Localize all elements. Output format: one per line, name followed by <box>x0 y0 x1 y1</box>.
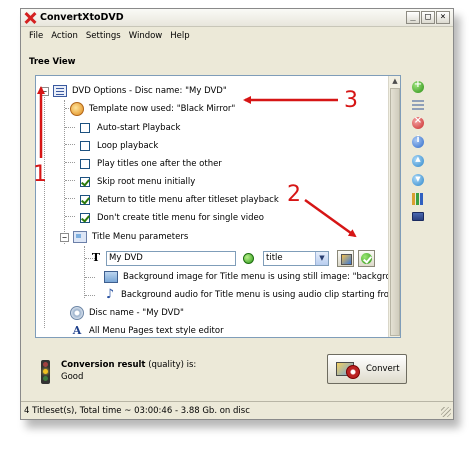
arrow-2 <box>304 198 357 238</box>
annotation-two: 2 <box>287 182 301 207</box>
annotation-arrows <box>37 86 357 238</box>
annotation-one: 1 <box>33 162 47 187</box>
annotation-three: 3 <box>344 88 358 113</box>
